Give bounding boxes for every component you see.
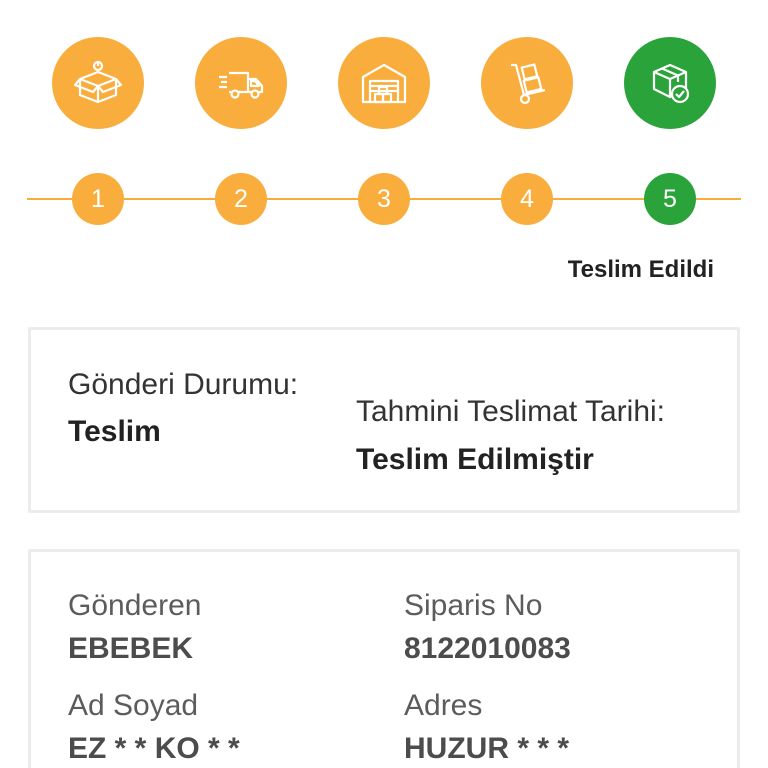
step-2-number: 2 — [215, 173, 267, 225]
sender-label: Gönderen — [68, 589, 202, 622]
step-4-icon-circle — [481, 37, 573, 129]
step-5-number: 5 — [644, 173, 696, 225]
order-number-value: 8122010083 — [404, 632, 571, 665]
step-4-number: 4 — [501, 173, 553, 225]
estimated-delivery-label: Tahmini Teslimat Tarihi: — [356, 395, 666, 428]
address-value: HUZUR * * * — [404, 732, 570, 765]
open-box-icon — [73, 60, 123, 104]
shipment-status-card: Gönderi Durumu: Teslim Tahmini Teslimat … — [28, 327, 740, 513]
step-1-icon-circle — [52, 37, 144, 129]
current-status-label: Teslim Edildi — [567, 256, 714, 283]
sender-value: EBEBEK — [68, 632, 194, 665]
shipment-status-label: Gönderi Durumu: — [68, 368, 299, 401]
recipient-name-label: Ad Soyad — [68, 689, 199, 722]
warehouse-icon — [361, 63, 407, 104]
hand-truck-icon — [511, 63, 546, 105]
step-5-icon-circle — [624, 37, 716, 129]
order-number-label: Siparis No — [404, 589, 543, 622]
step-2-icon-circle — [195, 37, 287, 129]
step-1-number: 1 — [72, 173, 124, 225]
delivered-package-check-icon — [652, 63, 690, 104]
delivery-truck-icon — [219, 71, 264, 99]
progress-icons — [0, 37, 768, 129]
recipient-name-value: EZ * * KO * * — [68, 732, 240, 765]
estimated-delivery-value: Teslim Edilmiştir — [356, 443, 594, 476]
step-3-icon-circle — [338, 37, 430, 129]
order-details-card: Gönderen EBEBEK Siparis No 8122010083 Ad… — [28, 549, 740, 768]
step-3-number: 3 — [358, 173, 410, 225]
shipment-status-value: Teslim — [68, 415, 161, 448]
address-label: Adres — [404, 689, 483, 722]
